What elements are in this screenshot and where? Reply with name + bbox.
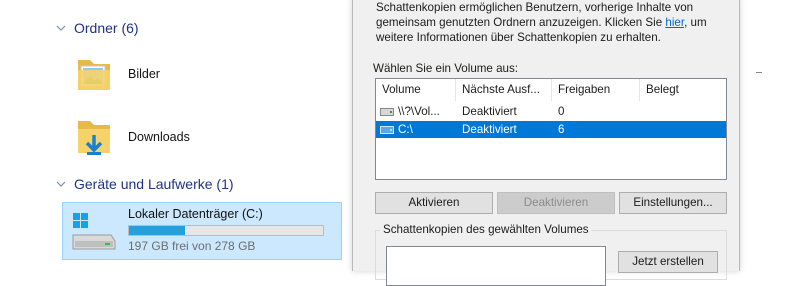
drive-name: Lokaler Datenträger (C:) bbox=[128, 207, 263, 221]
group-header-label: Geräte und Laufwerke (1) bbox=[74, 176, 234, 192]
group-header-devices[interactable]: Geräte und Laufwerke (1) bbox=[55, 176, 234, 192]
volume-shares: 0 bbox=[558, 105, 565, 118]
volume-shares: 6 bbox=[558, 123, 565, 136]
settings-button[interactable]: Einstellungen... bbox=[619, 192, 727, 214]
column-next-run[interactable]: Nächste Ausf... bbox=[456, 79, 552, 101]
deactivate-button: Deaktivieren bbox=[497, 192, 615, 214]
volume-row-selected[interactable]: C:\ Deaktiviert 6 bbox=[376, 121, 726, 138]
description-text: Schattenkopien ermöglichen Benutzern, vo… bbox=[376, 1, 694, 29]
chevron-down-icon bbox=[56, 25, 66, 31]
activate-button[interactable]: Aktivieren bbox=[375, 192, 493, 214]
column-used[interactable]: Belegt bbox=[640, 79, 726, 101]
folder-item-pictures[interactable]: Bilder bbox=[72, 48, 160, 100]
snapshots-group-title: Schattenkopien des gewählten Volumes bbox=[380, 223, 592, 236]
snapshots-list[interactable] bbox=[386, 246, 606, 286]
volume-name: C:\ bbox=[398, 123, 413, 136]
volume-name: \\?\Vol... bbox=[398, 105, 440, 118]
drive-usage-bar bbox=[128, 225, 324, 236]
folder-name: Bilder bbox=[128, 67, 160, 81]
volume-next-run: Deaktiviert bbox=[462, 105, 517, 118]
column-volume[interactable]: Volume bbox=[376, 79, 456, 101]
volume-list[interactable]: Volume Nächste Ausf... Freigaben Belegt … bbox=[375, 78, 727, 180]
drive-free-space: 197 GB frei von 278 GB bbox=[128, 239, 256, 253]
chevron-down-icon bbox=[56, 181, 66, 187]
volume-select-label: Wählen Sie ein Volume aus: bbox=[373, 62, 519, 75]
folder-name: Downloads bbox=[128, 130, 190, 144]
downloads-folder-icon bbox=[72, 115, 116, 159]
folder-item-downloads[interactable]: Downloads bbox=[72, 111, 190, 163]
drive-icon bbox=[380, 108, 394, 116]
windows-drive-icon bbox=[71, 213, 117, 251]
column-shares[interactable]: Freigaben bbox=[552, 79, 640, 101]
group-header-folders[interactable]: Ordner (6) bbox=[55, 20, 139, 36]
drive-icon bbox=[380, 126, 394, 134]
volume-row[interactable]: \\?\Vol... Deaktiviert 0 bbox=[376, 103, 726, 120]
group-header-label: Ordner (6) bbox=[74, 20, 139, 36]
info-link[interactable]: hier bbox=[665, 16, 684, 29]
volume-next-run: Deaktiviert bbox=[462, 123, 517, 136]
create-now-button[interactable]: Jetzt erstellen bbox=[618, 251, 718, 273]
shadow-copies-description: Schattenkopien ermöglichen Benutzern, vo… bbox=[376, 0, 726, 45]
pictures-folder-icon bbox=[72, 52, 116, 96]
snapshots-group: Schattenkopien des gewählten Volumes Jet… bbox=[375, 223, 727, 286]
shadow-copies-dialog: Schattenkopien ermöglichen Benutzern, vo… bbox=[352, 0, 740, 286]
explorer-right-pane bbox=[738, 0, 800, 267]
divider bbox=[756, 72, 762, 73]
volume-list-header: Volume Nächste Ausf... Freigaben Belegt bbox=[376, 79, 726, 101]
drive-usage-fill bbox=[129, 226, 186, 235]
drive-item-c[interactable]: Lokaler Datenträger (C:) 197 GB frei von… bbox=[62, 202, 342, 260]
